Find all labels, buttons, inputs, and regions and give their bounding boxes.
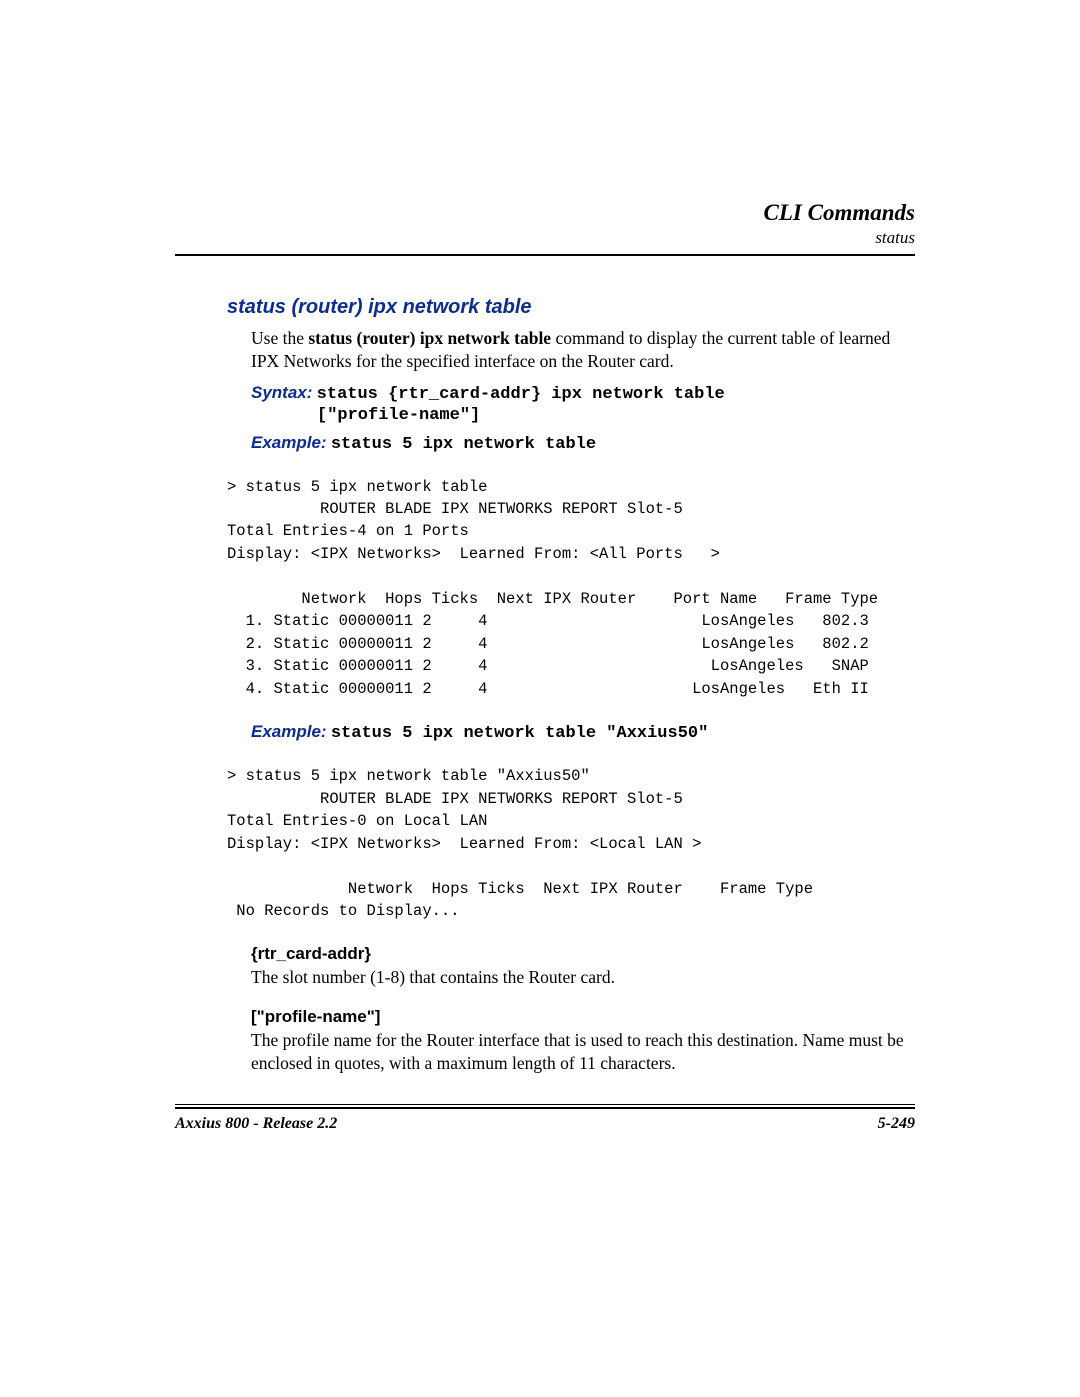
param1-heading: {rtr_card-addr} <box>227 944 915 964</box>
header-title: CLI Commands <box>175 200 915 226</box>
param2-text: The profile name for the Router interfac… <box>227 1029 915 1075</box>
example1-row: Example: status 5 ipx network table <box>227 433 915 454</box>
syntax-row: Syntax: status {rtr_card-addr} ipx netwo… <box>227 383 915 404</box>
syntax-label: Syntax: <box>251 383 312 402</box>
footer-rule-thick <box>175 1107 915 1109</box>
intro-paragraph: Use the status (router) ipx network tabl… <box>227 327 915 373</box>
content-body: status (router) ipx network table Use th… <box>175 296 915 1075</box>
param1-text: The slot number (1-8) that contains the … <box>227 966 915 989</box>
page-header: CLI Commands status <box>175 200 915 248</box>
page-content: CLI Commands status status (router) ipx … <box>175 200 915 1085</box>
param2-heading: ["profile-name"] <box>227 1007 915 1027</box>
page-footer: Axxius 800 - Release 2.2 5-249 <box>175 1104 915 1133</box>
footer-right: 5-249 <box>878 1115 915 1133</box>
intro-pre: Use the <box>251 328 308 348</box>
example1-output: > status 5 ipx network table ROUTER BLAD… <box>227 476 915 701</box>
example2-row: Example: status 5 ipx network table "Axx… <box>227 722 915 743</box>
example2-command: status 5 ipx network table "Axxius50" <box>331 724 708 743</box>
example1-command: status 5 ipx network table <box>331 435 596 454</box>
example2-label: Example: <box>251 722 327 741</box>
example2-output: > status 5 ipx network table "Axxius50" … <box>227 765 915 922</box>
footer-left: Axxius 800 - Release 2.2 <box>175 1115 337 1133</box>
footer-rule-thin <box>175 1104 915 1105</box>
syntax-command-line1: status {rtr_card-addr} ipx network table <box>317 385 725 404</box>
intro-bold: status (router) ipx network table <box>308 328 551 348</box>
footer-row: Axxius 800 - Release 2.2 5-249 <box>175 1115 915 1133</box>
syntax-command-line2: ["profile-name"] <box>227 406 915 425</box>
header-subtitle: status <box>175 228 915 248</box>
header-rule <box>175 254 915 256</box>
example1-label: Example: <box>251 433 327 452</box>
section-title: status (router) ipx network table <box>227 296 915 319</box>
